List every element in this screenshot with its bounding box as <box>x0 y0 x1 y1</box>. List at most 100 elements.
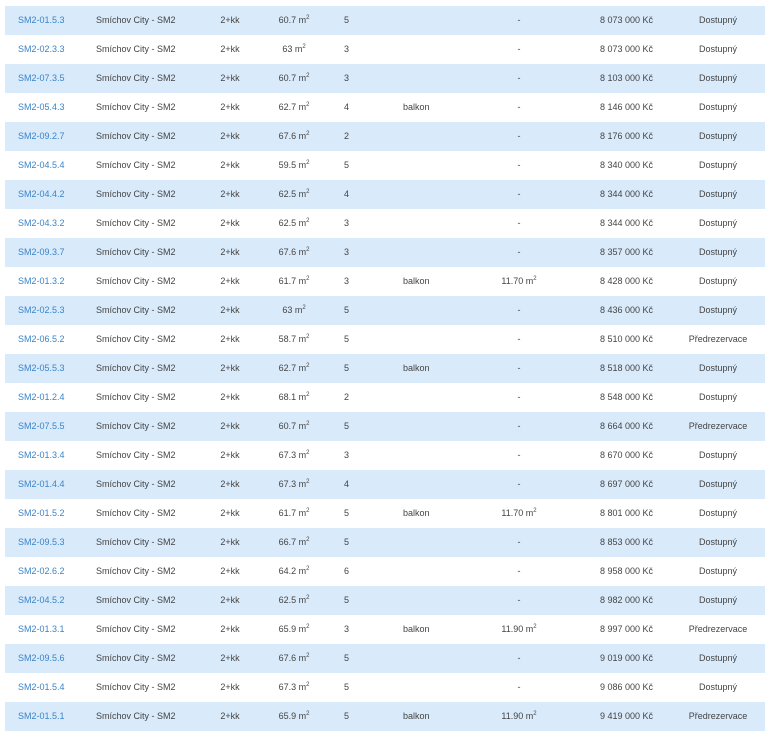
unit-id-link-text[interactable]: SM2-02.5.3 <box>18 305 65 315</box>
unit-id-link[interactable]: SM2-09.5.3 <box>18 528 65 557</box>
floor-area: 60.7 m2 <box>270 412 318 441</box>
unit-id-link[interactable]: SM2-01.3.2 <box>18 267 65 296</box>
unit-id-link-text[interactable]: SM2-05.4.3 <box>18 102 65 112</box>
unit-price: 8 664 000 Kč <box>565 412 653 441</box>
unit-id-link-text[interactable]: SM2-01.5.1 <box>18 711 65 721</box>
project-name-text: Smíchov City - SM2 <box>96 247 176 257</box>
outdoor-space-type: balkon <box>403 267 430 296</box>
table-row: SM2-01.4.4 Smíchov City - SM2 2+kk 67.3 m2 4… <box>5 470 765 499</box>
unit-id-link[interactable]: SM2-01.2.4 <box>18 383 65 412</box>
floor-area: 66.7 m2 <box>270 528 318 557</box>
unit-id-link-text[interactable]: SM2-01.5.3 <box>18 15 65 25</box>
table-row: SM2-06.5.2 Smíchov City - SM2 2+kk 58.7 m2 5… <box>5 325 765 354</box>
outdoor-space-type: balkon <box>403 499 430 528</box>
unit-id-link-text[interactable]: SM2-09.5.6 <box>18 653 65 663</box>
unit-id-link[interactable]: SM2-04.5.4 <box>18 151 65 180</box>
unit-id-link-text[interactable]: SM2-01.4.4 <box>18 479 65 489</box>
floor-area-text: 62.5 m <box>278 189 307 199</box>
table-row: SM2-01.2.4 Smíchov City - SM2 2+kk 68.1 m2 2… <box>5 383 765 412</box>
unit-id-link[interactable]: SM2-01.5.4 <box>18 673 65 702</box>
unit-id-link[interactable]: SM2-07.5.5 <box>18 412 65 441</box>
unit-id-link-text[interactable]: SM2-04.3.2 <box>18 218 65 228</box>
unit-id-link-text[interactable]: SM2-01.3.2 <box>18 276 65 286</box>
outdoor-space-area: - <box>491 151 547 180</box>
floor-number: 5 <box>344 586 349 615</box>
unit-id-link[interactable]: SM2-09.3.7 <box>18 238 65 267</box>
unit-id-link-text[interactable]: SM2-02.3.3 <box>18 44 65 54</box>
unit-id-link[interactable]: SM2-09.5.6 <box>18 644 65 673</box>
unit-id-link[interactable]: SM2-01.5.3 <box>18 6 65 35</box>
unit-id-link[interactable]: SM2-01.3.1 <box>18 615 65 644</box>
unit-id-link-text[interactable]: SM2-07.5.5 <box>18 421 65 431</box>
unit-id-link-text[interactable]: SM2-07.3.5 <box>18 73 65 83</box>
project-name: Smíchov City - SM2 <box>96 209 176 238</box>
floor-number: 2 <box>344 122 349 151</box>
unit-price-text: 8 344 000 Kč <box>599 218 653 228</box>
unit-id-link[interactable]: SM2-07.3.5 <box>18 64 65 93</box>
table-row: SM2-02.3.3 Smíchov City - SM2 2+kk 63 m2 3 - 8… <box>5 35 765 64</box>
unit-id-link[interactable]: SM2-06.5.2 <box>18 325 65 354</box>
unit-superscript: 2 <box>306 363 310 369</box>
unit-id-link-text[interactable]: SM2-09.5.3 <box>18 537 65 547</box>
unit-id-link-text[interactable]: SM2-01.3.1 <box>18 624 65 634</box>
unit-id-link-text[interactable]: SM2-02.6.2 <box>18 566 65 576</box>
unit-id-link[interactable]: SM2-04.4.2 <box>18 180 65 209</box>
unit-id-link[interactable]: SM2-02.5.3 <box>18 296 65 325</box>
unit-id-link-text[interactable]: SM2-09.2.7 <box>18 131 65 141</box>
unit-id-link[interactable]: SM2-04.5.2 <box>18 586 65 615</box>
outdoor-space-area-text: - <box>517 44 521 54</box>
project-name: Smíchov City - SM2 <box>96 354 176 383</box>
layout-type-text: 2+kk <box>220 305 240 315</box>
project-name: Smíchov City - SM2 <box>96 644 176 673</box>
unit-id-link-text[interactable]: SM2-05.5.3 <box>18 363 65 373</box>
unit-id-link[interactable]: SM2-09.2.7 <box>18 122 65 151</box>
unit-superscript: 2 <box>306 131 310 137</box>
unit-id-link-text[interactable]: SM2-06.5.2 <box>18 334 65 344</box>
table-row: SM2-05.4.3 Smíchov City - SM2 2+kk 62.7 m2 4… <box>5 93 765 122</box>
unit-id-link[interactable]: SM2-02.3.3 <box>18 35 65 64</box>
unit-price-text: 8 073 000 Kč <box>599 44 653 54</box>
outdoor-space-area-text: - <box>517 305 521 315</box>
floor-area: 62.5 m2 <box>270 209 318 238</box>
unit-id-link-text[interactable]: SM2-01.5.2 <box>18 508 65 518</box>
table-row: SM2-02.5.3 Smíchov City - SM2 2+kk 63 m2 5 - 8… <box>5 296 765 325</box>
floor-number: 3 <box>344 615 349 644</box>
layout-type: 2+kk <box>210 412 250 441</box>
table-row: SM2-01.3.1 Smíchov City - SM2 2+kk 65.9 m2 3… <box>5 615 765 644</box>
unit-id-link[interactable]: SM2-01.5.2 <box>18 499 65 528</box>
unit-id-link-text[interactable]: SM2-01.2.4 <box>18 392 65 402</box>
unit-id-link[interactable]: SM2-05.4.3 <box>18 93 65 122</box>
unit-id-link-text[interactable]: SM2-01.3.4 <box>18 450 65 460</box>
project-name: Smíchov City - SM2 <box>96 35 176 64</box>
availability-status: Předrezervace <box>673 615 763 644</box>
layout-type-text: 2+kk <box>220 247 240 257</box>
project-name-text: Smíchov City - SM2 <box>96 595 176 605</box>
unit-price-text: 9 019 000 Kč <box>599 653 653 663</box>
unit-id-link[interactable]: SM2-01.5.1 <box>18 702 65 731</box>
floor-area: 63 m2 <box>270 35 318 64</box>
unit-id-link-text[interactable]: SM2-04.5.2 <box>18 595 65 605</box>
layout-type-text: 2+kk <box>220 131 240 141</box>
unit-id-link-text[interactable]: SM2-01.5.4 <box>18 682 65 692</box>
unit-id-link[interactable]: SM2-04.3.2 <box>18 209 65 238</box>
floor-area: 67.3 m2 <box>270 470 318 499</box>
layout-type-text: 2+kk <box>220 102 240 112</box>
floor-number: 5 <box>344 528 349 557</box>
unit-id-link-text[interactable]: SM2-04.5.4 <box>18 160 65 170</box>
unit-id-link[interactable]: SM2-02.6.2 <box>18 557 65 586</box>
layout-type: 2+kk <box>210 673 250 702</box>
project-name: Smíchov City - SM2 <box>96 93 176 122</box>
layout-type: 2+kk <box>210 267 250 296</box>
outdoor-space-area: - <box>491 644 547 673</box>
unit-id-link[interactable]: SM2-05.5.3 <box>18 354 65 383</box>
availability-status: Dostupný <box>673 93 763 122</box>
outdoor-space-area: - <box>491 441 547 470</box>
floor-area: 59.5 m2 <box>270 151 318 180</box>
project-name-text: Smíchov City - SM2 <box>96 189 176 199</box>
unit-id-link[interactable]: SM2-01.3.4 <box>18 441 65 470</box>
floor-number-text: 3 <box>344 450 350 460</box>
unit-id-link[interactable]: SM2-01.4.4 <box>18 470 65 499</box>
unit-id-link-text[interactable]: SM2-04.4.2 <box>18 189 65 199</box>
floor-area-text: 62.5 m <box>278 595 307 605</box>
unit-id-link-text[interactable]: SM2-09.3.7 <box>18 247 65 257</box>
